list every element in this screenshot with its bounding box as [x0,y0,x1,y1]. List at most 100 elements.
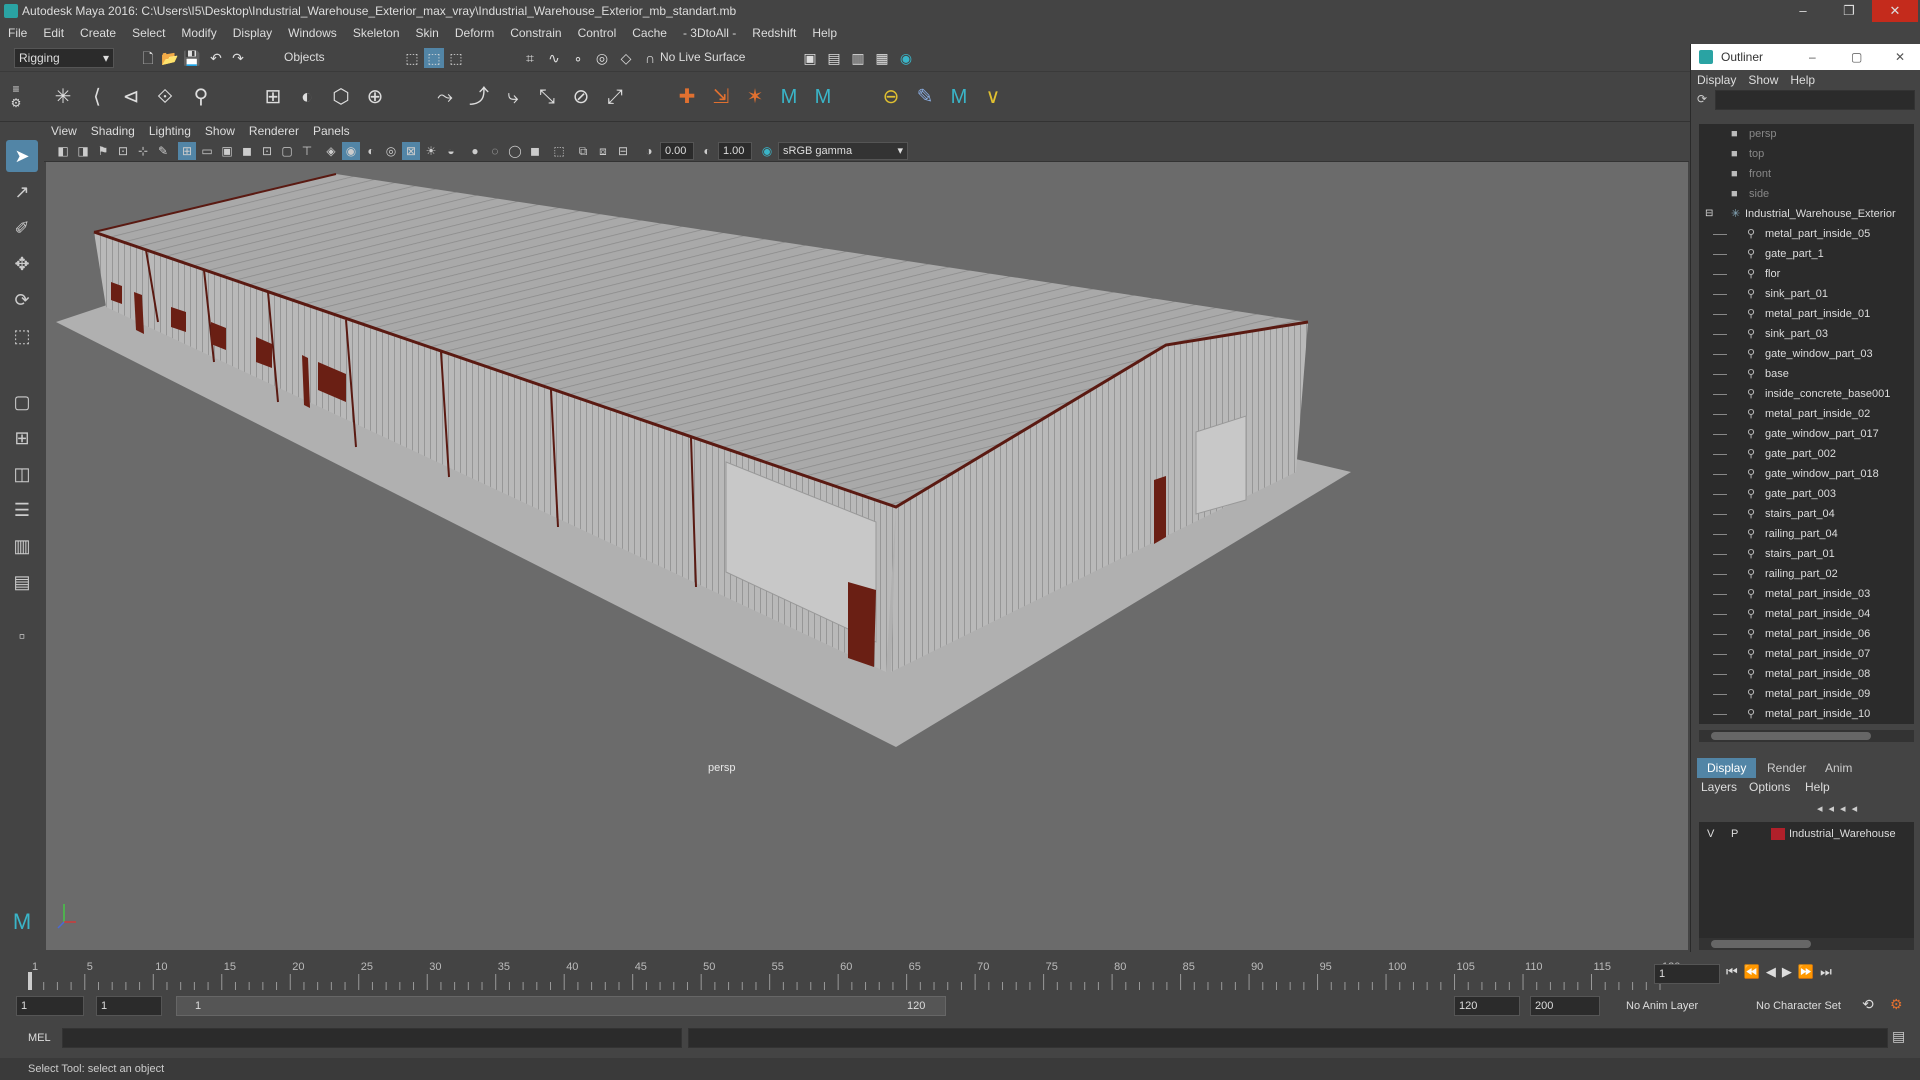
layer-name[interactable]: Industrial_Warehouse [1789,824,1896,844]
menu-deform[interactable]: Deform [447,22,502,44]
layer-menu-layers[interactable]: Layers [1701,780,1737,794]
orient-constraint-icon[interactable]: ✶ [740,82,770,112]
outliner-mesh-item[interactable]: ⚲ metal_part_inside_02 [1699,404,1914,424]
panel-menu-shading[interactable]: Shading [84,122,142,140]
xray-components-icon[interactable]: ⊟ [614,142,632,160]
2d-pan-icon[interactable]: ⊹ [134,142,152,160]
outliner-mesh-item[interactable]: ⚲ metal_part_inside_01 [1699,304,1914,324]
outliner-mesh-item[interactable]: ⚲ sink_part_03 [1699,324,1914,344]
minimize-icon[interactable]: – [1809,44,1816,70]
panel-menu-show[interactable]: Show [198,122,242,140]
exposure-icon[interactable]: ◑ [640,142,658,160]
snap-view-icon[interactable]: ◎ [592,48,612,68]
playback-end-field[interactable]: 120 [1454,996,1520,1016]
aim-constraint-icon[interactable]: ⇲ [706,82,736,112]
menu-constrain[interactable]: Constrain [502,22,569,44]
menu-modify[interactable]: Modify [173,22,224,44]
exposure-field[interactable]: 0.00 [660,142,694,160]
safe-title-icon[interactable]: ⊤ [298,142,316,160]
menu-redshift[interactable]: Redshift [744,22,804,44]
maximize-button[interactable]: ❐ [1826,0,1872,22]
open-scene-icon[interactable]: 📂 [160,48,180,68]
maya-tool-2-icon[interactable]: M [808,82,838,112]
time-slider[interactable]: 1 5 10 15 20 25 30 35 40 45 50 55 60 65 70 75 80 85 90 95 10… [0,952,1920,992]
paint-tool-icon[interactable]: ✎ [910,82,940,112]
outliner-mesh-item[interactable]: ⚲ gate_part_1 [1699,244,1914,264]
layer-buttons[interactable]: ◂◂◂◂ [1817,802,1863,815]
refresh-icon[interactable]: ⟳ [1697,92,1707,106]
gate-mask-icon[interactable]: ◼ [238,142,256,160]
film-gate-icon[interactable]: ▭ [198,142,216,160]
layer-visibility-toggle[interactable]: V [1707,824,1714,844]
menu-select[interactable]: Select [124,22,173,44]
auto-key-icon[interactable]: ⟲ [1862,996,1874,1013]
grease-pencil-icon[interactable]: ✎ [154,142,172,160]
layout-hypershade-icon[interactable]: ▤ [6,566,38,598]
outliner-camera-item[interactable]: ■ side [1699,184,1914,204]
current-time-marker[interactable] [28,972,32,990]
undo-icon[interactable]: ↶ [206,48,226,68]
panel-menu-lighting[interactable]: Lighting [142,122,198,140]
menu-display[interactable]: Display [225,22,280,44]
snap-surface-icon[interactable]: ◇ [616,48,636,68]
layout-two-icon[interactable]: ◫ [6,458,38,490]
playback-controls[interactable]: ⏮⏪◀▶⏩⏭ [1726,964,1838,980]
menu-help[interactable]: Help [804,22,845,44]
outliner-mesh-item[interactable]: ⚲ sink_part_01 [1699,284,1914,304]
isolate-select-icon[interactable]: ⬚ [550,142,568,160]
start-time-field[interactable]: 1 [16,996,84,1016]
outliner-hscrollbar[interactable] [1699,730,1914,742]
tab-render[interactable]: Render [1757,758,1816,778]
ipr-render-icon[interactable]: ▥ [848,48,868,68]
menu-3dtoall[interactable]: - 3DtoAll - [675,22,744,44]
bookmark-icon[interactable]: ⚑ [94,142,112,160]
layer-row[interactable]: V P Industrial_Warehouse [1699,824,1914,844]
render-settings-icon[interactable]: ▦ [872,48,892,68]
menu-set-dropdown[interactable]: Rigging ▾ [14,48,114,68]
character-set-dropdown[interactable]: No Character Set [1756,1000,1841,1012]
end-time-field[interactable]: 200 [1530,996,1600,1016]
mel-label[interactable]: MEL [28,1032,51,1044]
range-track[interactable]: 1 120 [176,996,946,1016]
outliner-root-item[interactable]: ⊟ ✳ Industrial_Warehouse_Exterior [1699,204,1914,224]
menu-edit[interactable]: Edit [35,22,72,44]
menu-create[interactable]: Create [72,22,124,44]
outliner-mesh-item[interactable]: ⚲ metal_part_inside_03 [1699,584,1914,604]
redo-icon[interactable]: ↷ [228,48,248,68]
new-scene-icon[interactable]: 🗋 [138,48,158,68]
render-view-icon[interactable]: ▣ [800,48,820,68]
hide-icon[interactable]: ⊖ [876,82,906,112]
color-management-icon[interactable]: ◉ [758,142,776,160]
snap-grid-icon[interactable]: ⌗ [520,48,540,68]
outliner-mesh-item[interactable]: ⚲ stairs_part_01 [1699,544,1914,564]
outliner-mesh-item[interactable]: ⚲ metal_part_inside_08 [1699,664,1914,684]
menu-control[interactable]: Control [570,22,625,44]
lattice-icon[interactable]: ⊞ [258,82,288,112]
outliner-camera-item[interactable]: ■ top [1699,144,1914,164]
rotate-tool-icon[interactable]: ⟳ [6,284,38,316]
select-tool-icon[interactable]: ➤ [6,140,38,172]
use-lights-icon[interactable]: ☀ [422,142,440,160]
menu-windows[interactable]: Windows [280,22,345,44]
layout-graph-icon[interactable]: ▥ [6,530,38,562]
outliner-camera-item[interactable]: ■ persp [1699,124,1914,144]
gamma-field[interactable]: 1.00 [718,142,752,160]
tab-anim[interactable]: Anim [1815,758,1862,778]
panel-menu-view[interactable]: View [44,122,84,140]
outliner-mesh-item[interactable]: ⚲ metal_part_inside_10 [1699,704,1914,724]
layer-menu-options[interactable]: Options [1749,780,1790,794]
layer-playback-toggle[interactable]: P [1731,824,1738,844]
outliner-mesh-item[interactable]: ⚲ metal_part_inside_09 [1699,684,1914,704]
outliner-mesh-item[interactable]: ⚲ base [1699,364,1914,384]
outliner-mesh-item[interactable]: ⚲ railing_part_04 [1699,524,1914,544]
resolution-gate-icon[interactable]: ▣ [218,142,236,160]
point-constraint-icon[interactable]: ✚ [672,82,702,112]
paint-select-icon[interactable]: ✐ [6,212,38,244]
playback-start-field[interactable]: 1 [96,996,162,1016]
bind-skin-icon[interactable]: ⤳ [430,82,460,112]
paint-weights-icon[interactable]: ⤴ [464,82,494,112]
wireframe-on-shaded-icon[interactable]: ◎ [382,142,400,160]
viewport-persp[interactable]: persp [46,162,1688,950]
close-button[interactable]: ✕ [1872,0,1918,22]
menu-file[interactable]: File [0,22,35,44]
